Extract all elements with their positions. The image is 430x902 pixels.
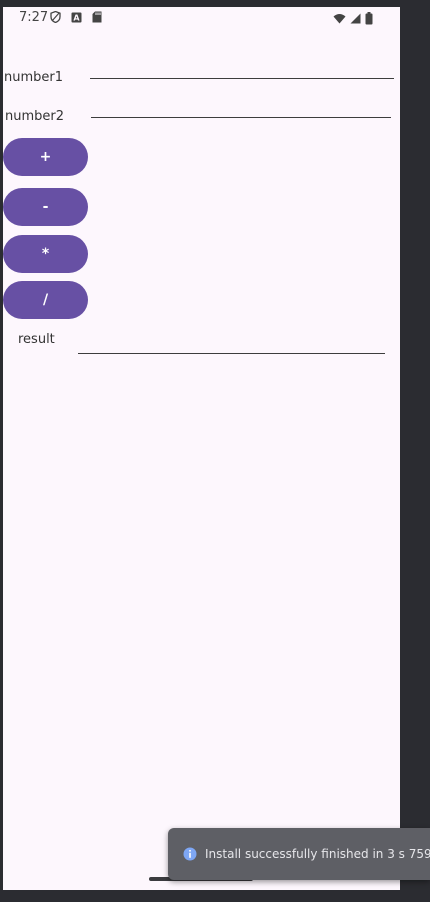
signal-icon — [350, 13, 361, 28]
result-output[interactable] — [77, 329, 387, 353]
wifi-icon — [333, 13, 346, 28]
divide-button[interactable]: / — [3, 281, 88, 319]
number2-underline — [91, 117, 391, 118]
result-underline — [78, 353, 385, 354]
number1-input[interactable] — [89, 61, 395, 85]
shield-icon — [50, 10, 61, 27]
ide-side-panel — [400, 0, 430, 902]
add-button[interactable]: + — [3, 138, 88, 176]
status-time: 7:27 — [19, 10, 49, 25]
sd-card-icon — [92, 11, 102, 27]
install-toast[interactable]: Install successfully finished in 3 s 759… — [168, 828, 430, 880]
number2-label: number2 — [5, 109, 65, 124]
battery-icon — [365, 12, 373, 29]
status-right-icons — [333, 12, 373, 29]
a-badge-icon: A — [71, 12, 82, 27]
result-label: result — [18, 332, 55, 347]
toast-message: Install successfully finished in 3 s 759… — [205, 847, 430, 861]
subtract-button[interactable]: - — [3, 188, 88, 226]
svg-text:A: A — [73, 13, 80, 22]
status-bar: 7:27 A — [3, 7, 400, 29]
phone-screen: 7:27 A number1 number2 + - * / result — [3, 7, 400, 890]
multiply-button[interactable]: * — [3, 235, 88, 273]
number1-underline — [90, 78, 394, 79]
emulator-frame: 7:27 A number1 number2 + - * / result In… — [0, 0, 430, 902]
number2-input[interactable] — [90, 100, 392, 124]
status-left-icons: A — [50, 10, 102, 27]
info-icon — [183, 847, 197, 861]
number1-label: number1 — [4, 70, 64, 85]
